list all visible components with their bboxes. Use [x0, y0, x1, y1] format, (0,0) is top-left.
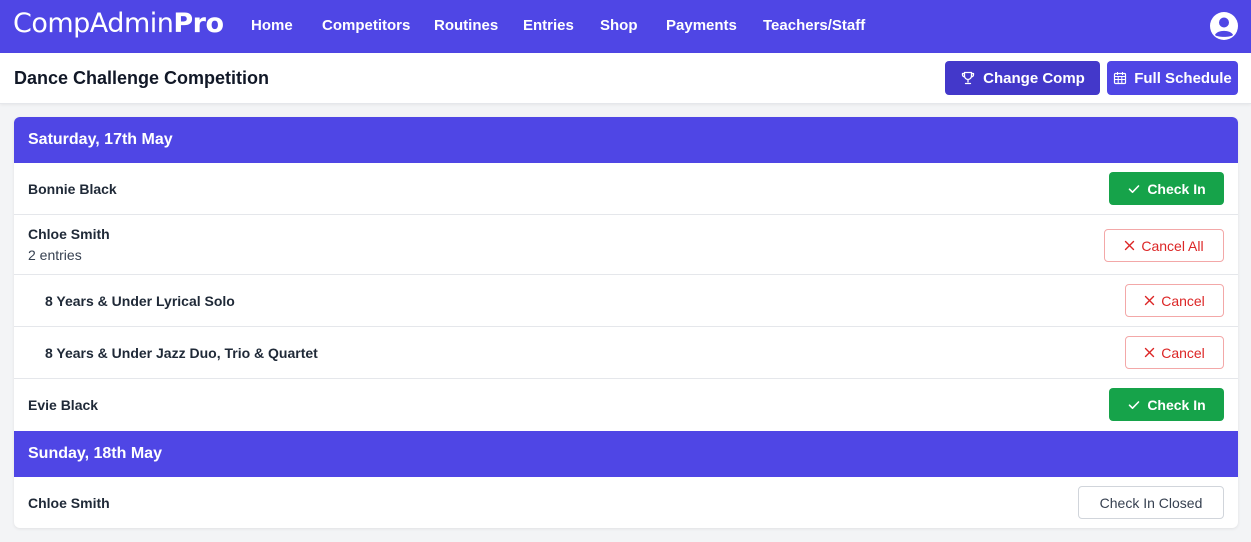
competitor-name: Evie Black: [28, 397, 99, 413]
day-header-saturday: Saturday, 17th May: [14, 117, 1238, 163]
nav-competitors[interactable]: Competitors: [322, 17, 410, 34]
check-in-label: Check In: [1147, 396, 1206, 413]
cancel-entry-button[interactable]: Cancel: [1125, 284, 1224, 317]
competitor-name: Chloe Smith: [28, 495, 110, 511]
calendar-icon: [1114, 72, 1127, 85]
competitor-row: Evie Black Check In: [14, 379, 1238, 431]
full-schedule-label: Full Schedule: [1134, 69, 1232, 87]
full-schedule-button[interactable]: Full Schedule: [1107, 61, 1238, 95]
day-title: Saturday, 17th May: [28, 131, 173, 148]
schedule-card: Saturday, 17th May Bonnie Black Check In…: [14, 117, 1238, 528]
close-icon: [1145, 295, 1155, 306]
competitor-name: Chloe Smith: [28, 226, 110, 242]
day-header-sunday: Sunday, 18th May: [14, 431, 1238, 477]
entry-row: 8 Years & Under Lyrical Solo Cancel: [14, 275, 1238, 327]
nav-home[interactable]: Home: [251, 17, 293, 34]
competitor-row: Chloe Smith 2 entries Cancel All: [14, 215, 1238, 275]
entry-count: 2 entries: [28, 247, 82, 263]
nav-entries[interactable]: Entries: [523, 17, 574, 34]
page-header: Dance Challenge Competition Change Comp …: [0, 53, 1251, 104]
close-icon: [1125, 240, 1135, 251]
cancel-entry-button[interactable]: Cancel: [1125, 336, 1224, 369]
cancel-label: Cancel: [1161, 344, 1205, 361]
logo-bold-text: Pro: [173, 8, 224, 39]
logo-main-text: CompAdmin: [13, 8, 174, 39]
check-in-closed-button[interactable]: Check In Closed: [1078, 486, 1224, 519]
day-title: Sunday, 18th May: [28, 445, 162, 462]
change-comp-label: Change Comp: [983, 69, 1085, 87]
check-in-closed-label: Check In Closed: [1099, 494, 1203, 511]
check-in-button[interactable]: Check In: [1109, 388, 1224, 421]
check-in-button[interactable]: Check In: [1109, 172, 1224, 205]
change-comp-button[interactable]: Change Comp: [945, 61, 1100, 95]
cancel-all-label: Cancel All: [1141, 237, 1204, 254]
app-logo[interactable]: CompAdminPro: [13, 8, 224, 39]
cancel-all-button[interactable]: Cancel All: [1104, 229, 1224, 262]
cancel-label: Cancel: [1161, 292, 1205, 309]
competitor-row: Bonnie Black Check In: [14, 163, 1238, 215]
entry-name: 8 Years & Under Jazz Duo, Trio & Quartet: [45, 345, 318, 361]
nav-payments[interactable]: Payments: [666, 17, 737, 34]
top-navbar: CompAdminPro Home Competitors Routines E…: [0, 0, 1251, 53]
close-icon: [1145, 347, 1155, 358]
check-icon: [1129, 400, 1140, 409]
competitor-name: Bonnie Black: [28, 181, 117, 197]
nav-teachers-staff[interactable]: Teachers/Staff: [763, 17, 865, 34]
competitor-row: Chloe Smith Check In Closed: [14, 477, 1238, 528]
trophy-icon: [962, 71, 975, 85]
nav-routines[interactable]: Routines: [434, 17, 498, 34]
entry-name: 8 Years & Under Lyrical Solo: [45, 293, 235, 309]
entry-row: 8 Years & Under Jazz Duo, Trio & Quartet…: [14, 327, 1238, 379]
check-icon: [1129, 184, 1140, 193]
check-in-label: Check In: [1147, 180, 1206, 197]
page-title: Dance Challenge Competition: [14, 68, 270, 88]
user-account-icon[interactable]: [1209, 11, 1239, 41]
nav-shop[interactable]: Shop: [600, 17, 638, 34]
